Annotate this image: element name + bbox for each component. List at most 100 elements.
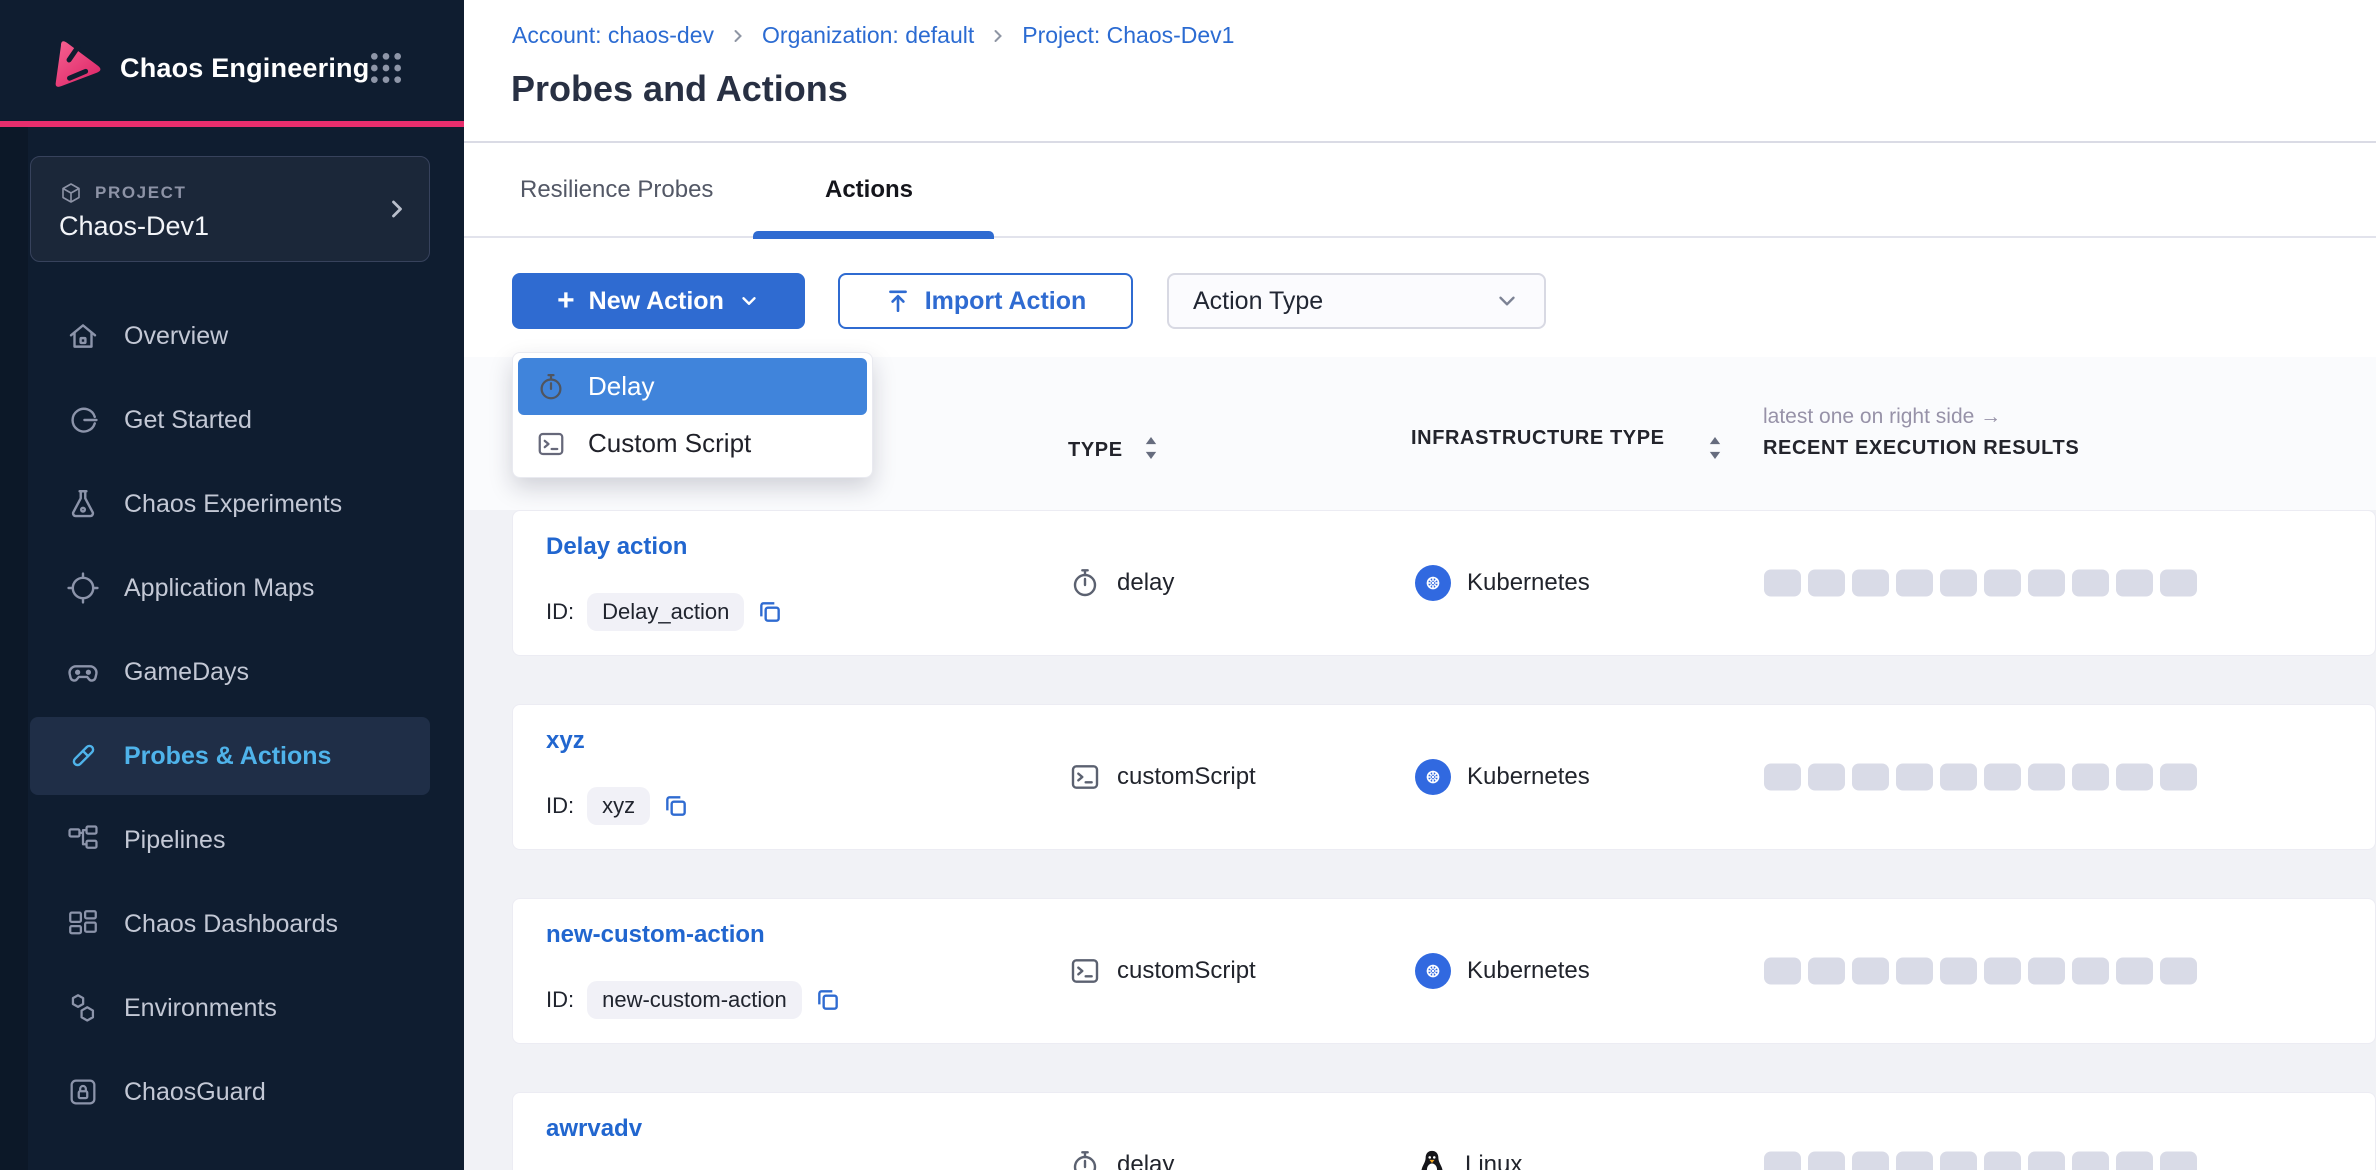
import-action-button[interactable]: Import Action: [838, 273, 1133, 329]
execution-result-placeholder: [1896, 958, 1933, 985]
terminal-icon: [536, 429, 566, 459]
execution-result-placeholder: [2028, 1152, 2065, 1170]
sidebar-item-label: Overview: [124, 322, 228, 351]
project-selector[interactable]: PROJECT Chaos-Dev1: [30, 156, 430, 262]
sidebar-item-pipelines[interactable]: Pipelines: [30, 801, 430, 879]
sidebar-item-chaos-dashboards[interactable]: Chaos Dashboards: [30, 885, 430, 963]
action-name-link[interactable]: xyz: [546, 727, 585, 755]
action-id-value: xyz: [587, 787, 650, 825]
sidebar-item-application-maps[interactable]: Application Maps: [30, 549, 430, 627]
execution-result-placeholder: [1896, 764, 1933, 791]
sidebar-item-probes-and-actions[interactable]: Probes & Actions: [30, 717, 430, 795]
action-id-line: ID: new-custom-action: [546, 981, 841, 1019]
execution-result-placeholder: [1940, 958, 1977, 985]
menu-item-label: Custom Script: [588, 428, 751, 459]
action-id-value: new-custom-action: [587, 981, 802, 1019]
execution-result-placeholder: [1764, 570, 1801, 597]
action-type-select[interactable]: Action Type: [1167, 273, 1546, 329]
execution-result-placeholder: [1764, 958, 1801, 985]
execution-result-placeholder: [2072, 958, 2109, 985]
copy-icon[interactable]: [757, 599, 783, 625]
pipeline-icon: [66, 823, 100, 857]
execution-result-placeholder: [2160, 570, 2197, 597]
infrastructure-value: Kubernetes: [1467, 957, 1590, 985]
action-id-line: ID: xyz: [546, 787, 689, 825]
id-label: ID:: [546, 793, 574, 819]
app-window: Chaos Engineering PROJECT Chaos-Dev1: [0, 0, 2376, 1170]
action-name-link[interactable]: Delay action: [546, 533, 687, 561]
copy-icon[interactable]: [815, 987, 841, 1013]
sidebar-item-overview[interactable]: Overview: [30, 297, 430, 375]
sidebar-item-label: Get Started: [124, 406, 252, 435]
type-value: delay: [1117, 1151, 1174, 1170]
sort-infrastructure-button[interactable]: [1708, 437, 1722, 459]
execution-result-placeholder: [2072, 1152, 2109, 1170]
sidebar-item-label: Chaos Dashboards: [124, 910, 338, 939]
sidebar-item-label: Pipelines: [124, 826, 225, 855]
cube-icon: [59, 181, 83, 205]
breadcrumb-account[interactable]: Account: chaos-dev: [512, 22, 714, 49]
execution-result-placeholder: [2028, 764, 2065, 791]
tab-actions[interactable]: Actions: [825, 176, 913, 204]
execution-result-placeholder: [1852, 1152, 1889, 1170]
sidebar-item-label: Probes & Actions: [124, 742, 331, 771]
type-value: customScript: [1117, 957, 1256, 985]
execution-result-placeholder: [1808, 764, 1845, 791]
sidebar-item-get-started[interactable]: Get Started: [30, 381, 430, 459]
get-started-icon: [66, 403, 100, 437]
kubernetes-icon: [1415, 565, 1451, 601]
copy-icon[interactable]: [663, 793, 689, 819]
execution-result-placeholder: [2028, 570, 2065, 597]
sidebar-item-environments[interactable]: Environments: [30, 969, 430, 1047]
sidebar-item-chaos-experiments[interactable]: Chaos Experiments: [30, 465, 430, 543]
chaos-engineering-logo-icon[interactable]: [44, 36, 108, 100]
flask-icon: [66, 487, 100, 521]
terminal-icon: [1069, 955, 1101, 987]
table-row: xyz ID: xyz customScript: [512, 704, 2376, 850]
sidebar-item-chaosguard[interactable]: ChaosGuard: [30, 1053, 430, 1131]
execution-result-placeholder: [2072, 764, 2109, 791]
tab-resilience-probes[interactable]: Resilience Probes: [520, 176, 713, 204]
sidebar-item-label: Application Maps: [124, 574, 314, 603]
execution-result-placeholder: [2116, 570, 2153, 597]
new-action-button[interactable]: + New Action: [512, 273, 805, 329]
recent-execution-results: [1764, 570, 2197, 597]
dashboard-icon: [66, 907, 100, 941]
action-name-link[interactable]: new-custom-action: [546, 921, 765, 949]
sidebar-item-gamedays[interactable]: GameDays: [30, 633, 430, 711]
execution-result-placeholder: [1896, 1152, 1933, 1170]
breadcrumb-organization[interactable]: Organization: default: [762, 22, 974, 49]
type-value: customScript: [1117, 763, 1256, 791]
sidebar: Chaos Engineering PROJECT Chaos-Dev1: [0, 0, 464, 1170]
sidebar-left-shade: [0, 127, 28, 1170]
execution-result-placeholder: [1852, 958, 1889, 985]
action-name-link[interactable]: awrvadv: [546, 1115, 642, 1143]
action-id-line: ID: Delay_action: [546, 593, 783, 631]
menu-item-delay[interactable]: Delay: [518, 358, 867, 415]
column-header-infrastructure-type: INFRASTRUCTURE TYPE: [1411, 425, 1671, 452]
main-content: Account: chaos-dev Organization: default…: [464, 0, 2376, 1170]
actions-table-body: Delay action ID: Delay_action delay: [464, 510, 2376, 1170]
new-action-label: New Action: [589, 287, 724, 316]
type-cell: delay: [1069, 1093, 1174, 1170]
home-icon: [66, 319, 100, 353]
breadcrumb-project[interactable]: Project: Chaos-Dev1: [1022, 22, 1234, 49]
execution-result-placeholder: [1984, 958, 2021, 985]
chevron-right-icon: [383, 195, 411, 223]
execution-result-placeholder: [1808, 958, 1845, 985]
menu-item-custom-script[interactable]: Custom Script: [518, 415, 867, 472]
kubernetes-icon: [1415, 759, 1451, 795]
plus-icon: +: [557, 286, 575, 316]
tabs-bottom-border: [464, 236, 2376, 238]
module-grid-icon[interactable]: [366, 48, 406, 88]
brand-accent-divider: [0, 121, 464, 127]
execution-result-placeholder: [1764, 1152, 1801, 1170]
type-cell: delay: [1069, 511, 1174, 655]
sort-type-button[interactable]: [1144, 437, 1158, 459]
infrastructure-cell: Kubernetes: [1415, 511, 1590, 655]
chevron-right-icon: [988, 26, 1008, 46]
terminal-icon: [1069, 761, 1101, 793]
project-label: PROJECT: [95, 183, 187, 203]
import-icon: [885, 288, 911, 314]
type-cell: customScript: [1069, 705, 1256, 849]
